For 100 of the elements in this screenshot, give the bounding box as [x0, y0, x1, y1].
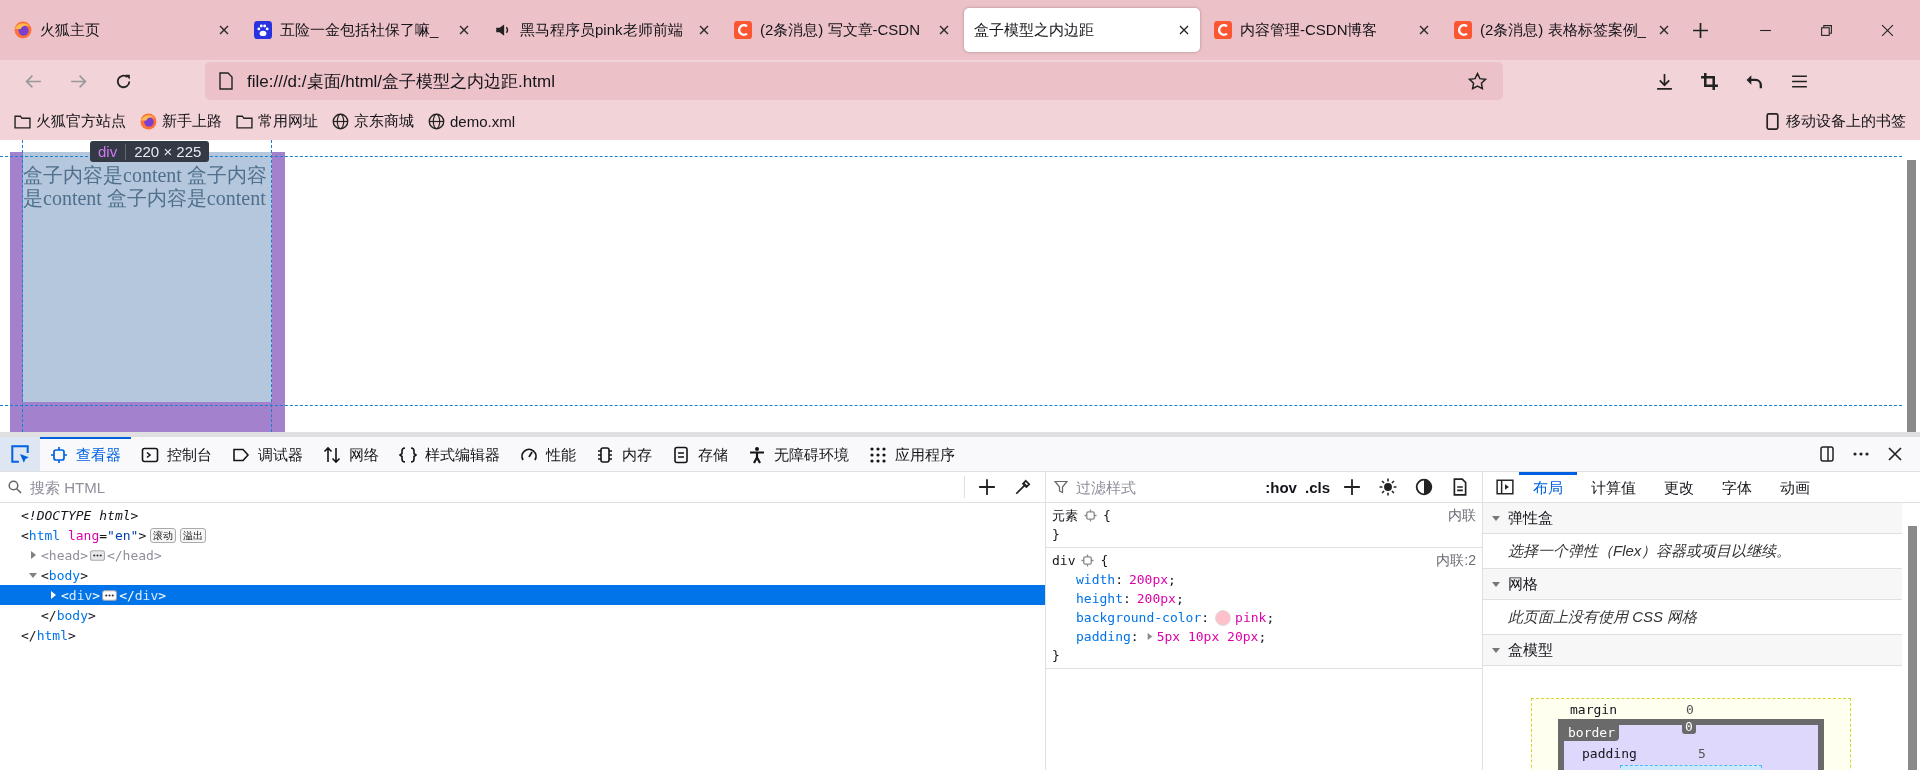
- browser-tab[interactable]: 五险一金包括社保了嘛_: [244, 8, 480, 52]
- close-icon[interactable]: [1178, 24, 1190, 36]
- close-icon[interactable]: [1881, 23, 1894, 37]
- devtools-tab[interactable]: 控制台: [131, 437, 222, 471]
- search-field[interactable]: 搜索 HTML: [30, 478, 956, 496]
- browser-tab[interactable]: (2条消息) 表格标签案例_: [1444, 8, 1680, 52]
- bookmark[interactable]: demo.xml: [428, 112, 516, 130]
- tooltip-size: 220 × 225: [134, 143, 202, 160]
- border-value[interactable]: 0: [1682, 719, 1696, 734]
- element-picker-icon[interactable]: [0, 437, 40, 471]
- devtools-tab[interactable]: 样式编辑器: [389, 437, 510, 471]
- scrollbar[interactable]: [1908, 526, 1917, 770]
- open-brace: {: [1100, 553, 1109, 568]
- close-icon[interactable]: [458, 24, 470, 36]
- highlighter-icon[interactable]: [1081, 554, 1095, 567]
- tab-title: 五险一金包括社保了嘛_: [280, 20, 440, 40]
- devtools-tab[interactable]: 内存: [586, 437, 662, 471]
- markup-line[interactable]: <body>: [0, 565, 1045, 585]
- bookmark[interactable]: 京东商城: [332, 111, 414, 131]
- filter-field[interactable]: 过滤样式: [1076, 478, 1258, 496]
- color-swatch[interactable]: [1215, 609, 1232, 626]
- markup-line[interactable]: </html>: [0, 625, 1045, 645]
- section-header[interactable]: 弹性盒: [1483, 503, 1902, 534]
- collapse-arrow-icon[interactable]: [48, 590, 58, 600]
- mobile-bookmarks-link[interactable]: 移动设备上的书签: [1764, 111, 1906, 131]
- new-tab-icon[interactable]: [1692, 21, 1709, 39]
- devtools-tab[interactable]: 性能: [510, 437, 586, 471]
- add-icon[interactable]: [1343, 478, 1361, 496]
- c-logo-icon: [734, 21, 752, 39]
- section-header[interactable]: 盒模型: [1483, 635, 1902, 666]
- markup-token: body: [48, 567, 81, 583]
- markup-badge[interactable]: 溢出: [180, 527, 207, 543]
- scrollbar[interactable]: [1907, 160, 1916, 432]
- browser-tab[interactable]: 盒子模型之内边距: [964, 8, 1200, 52]
- expand-arrow-icon: [1491, 579, 1501, 589]
- folder-icon: [14, 112, 31, 130]
- sidebar-tab[interactable]: 更改: [1650, 472, 1708, 502]
- sidebar-tab[interactable]: 字体: [1708, 472, 1766, 502]
- rule-source[interactable]: 内联:2: [1436, 551, 1476, 570]
- border-box[interactable]: border 0 padding 5: [1558, 719, 1824, 770]
- markup-line[interactable]: </body>: [0, 605, 1045, 625]
- bookmark[interactable]: 常用网址: [236, 111, 318, 131]
- star-icon[interactable]: [1468, 71, 1487, 91]
- dock-icon[interactable]: [1818, 445, 1836, 463]
- box-label: margin: [1570, 701, 1618, 717]
- crop-icon[interactable]: [1700, 71, 1719, 91]
- browser-tab[interactable]: 黑马程序员pink老师前端: [484, 8, 720, 52]
- css-declaration[interactable]: height: 200px;: [1052, 589, 1476, 608]
- padding-box[interactable]: padding 5: [1570, 743, 1812, 770]
- browser-tab[interactable]: 火狐主页: [4, 8, 240, 52]
- restore-icon[interactable]: [1820, 23, 1833, 37]
- markup-line[interactable]: <!DOCTYPE html>: [0, 505, 1045, 525]
- sun-icon[interactable]: [1379, 478, 1397, 496]
- rule-source[interactable]: 内联: [1448, 506, 1476, 525]
- highlighter-icon[interactable]: [1084, 509, 1097, 522]
- sidebar-toggle-icon[interactable]: [1496, 478, 1514, 496]
- box-label: border: [1564, 725, 1619, 741]
- bookmark[interactable]: 新手上路: [140, 111, 222, 131]
- sidebar-tab[interactable]: 计算值: [1577, 472, 1650, 502]
- devtools-tab[interactable]: 应用程序: [859, 437, 965, 471]
- markup-token: html: [36, 627, 68, 643]
- ellipsis-icon[interactable]: [102, 589, 118, 601]
- markup-badge[interactable]: 滚动: [150, 527, 177, 543]
- half-moon-icon[interactable]: [1415, 478, 1433, 496]
- devtools-tab[interactable]: 网络: [313, 437, 389, 471]
- eyedropper-icon[interactable]: [1014, 478, 1032, 496]
- css-declaration[interactable]: padding: 5px 10px 20px;: [1052, 627, 1476, 646]
- margin-box[interactable]: margin 0 border 0 padding 5: [1531, 698, 1851, 770]
- padding-value[interactable]: 5: [1698, 745, 1706, 761]
- close-icon[interactable]: [218, 24, 230, 36]
- markup-line[interactable]: <html lang="en"> 滚动 溢出: [0, 525, 1045, 545]
- pseudo-class-toggle[interactable]: .cls: [1304, 478, 1330, 496]
- devtools-tab[interactable]: 查看器: [40, 437, 131, 471]
- sidebar-tab[interactable]: 动画: [1766, 472, 1824, 502]
- address-bar[interactable]: file:///d:/桌面/html/盒子模型之内边距.html: [205, 62, 1503, 100]
- close-icon[interactable]: [1658, 24, 1670, 36]
- devtools-tab[interactable]: 无障碍环境: [738, 437, 859, 471]
- margin-value[interactable]: 0: [1686, 701, 1694, 717]
- devtools-tab[interactable]: 调试器: [222, 437, 313, 471]
- close-icon[interactable]: [938, 24, 950, 36]
- tab-title: 内容管理-CSDN博客: [1240, 20, 1379, 40]
- box-text: 盒子内容是content 盒子内容是content 盒子内容是content: [23, 164, 268, 210]
- add-icon[interactable]: [978, 478, 996, 496]
- ellipsis-icon[interactable]: [89, 549, 105, 561]
- download-icon[interactable]: [1655, 71, 1674, 91]
- devtools-tab[interactable]: 存储: [662, 437, 738, 471]
- close-icon[interactable]: [1418, 24, 1430, 36]
- collapse-arrow-icon[interactable]: [28, 550, 38, 560]
- css-declaration[interactable]: width: 200px;: [1052, 570, 1476, 589]
- pseudo-class-toggle[interactable]: :hov: [1265, 478, 1297, 496]
- close-icon[interactable]: [1886, 445, 1904, 463]
- bookmark[interactable]: 火狐官方站点: [14, 111, 126, 131]
- close-icon[interactable]: [698, 24, 710, 36]
- browser-tab[interactable]: 内容管理-CSDN博客: [1204, 8, 1440, 52]
- css-selector: div: [1052, 553, 1076, 568]
- css-declaration[interactable]: background-color: pink;: [1052, 608, 1476, 627]
- document-icon[interactable]: [1451, 478, 1469, 496]
- section-header[interactable]: 网格: [1483, 569, 1902, 600]
- browser-tab[interactable]: (2条消息) 写文章-CSDN: [724, 8, 960, 52]
- expand-arrow-icon[interactable]: [28, 570, 38, 580]
